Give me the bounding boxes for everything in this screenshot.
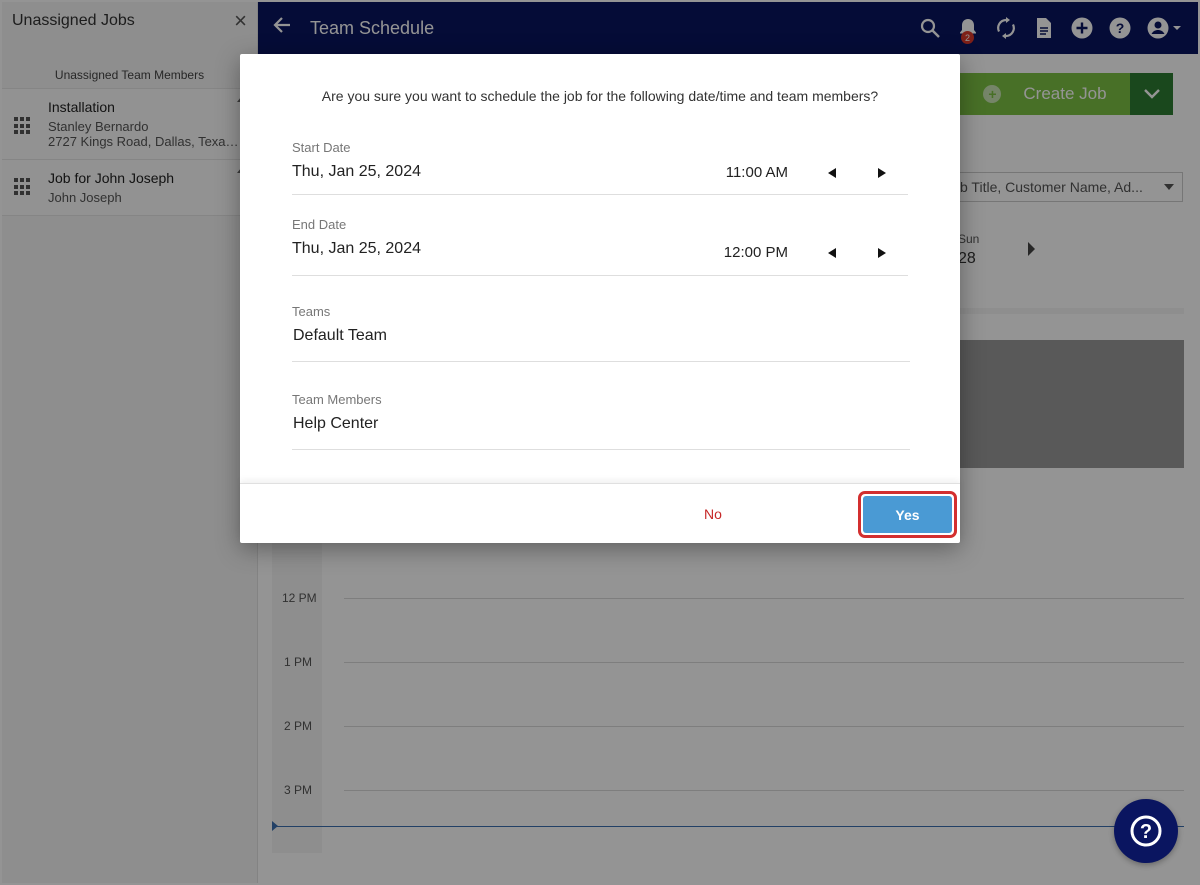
- start-time-decrease-icon[interactable]: [828, 168, 836, 178]
- dialog-message: Are you sure you want to schedule the jo…: [321, 88, 879, 104]
- team-members-field: Team Members Help Center: [292, 392, 910, 450]
- start-time-value[interactable]: 11:00 AM: [726, 164, 788, 181]
- no-button[interactable]: No: [688, 500, 738, 528]
- yes-button-highlight: Yes: [858, 491, 957, 538]
- end-time-decrease-icon[interactable]: [828, 248, 836, 258]
- start-date-label: Start Date: [292, 140, 351, 155]
- start-date-field: Start Date Thu, Jan 25, 2024 11:00 AM: [292, 140, 908, 195]
- end-time-increase-icon[interactable]: [878, 248, 886, 258]
- svg-text:?: ?: [1140, 821, 1152, 843]
- end-date-field: End Date Thu, Jan 25, 2024 12:00 PM: [292, 217, 908, 276]
- help-icon: ?: [1130, 815, 1162, 847]
- team-members-value[interactable]: Help Center: [293, 415, 910, 433]
- schedule-confirm-dialog: Are you sure you want to schedule the jo…: [240, 54, 960, 543]
- help-center-fab[interactable]: ?: [1114, 799, 1178, 863]
- start-date-value[interactable]: Thu, Jan 25, 2024: [292, 163, 908, 181]
- team-members-label: Team Members: [292, 392, 382, 407]
- teams-label: Teams: [292, 304, 331, 319]
- end-date-label: End Date: [292, 217, 347, 232]
- teams-value[interactable]: Default Team: [293, 327, 910, 345]
- end-time-value[interactable]: 12:00 PM: [724, 244, 788, 261]
- dialog-footer: No Yes: [240, 483, 960, 543]
- teams-field: Teams Default Team: [292, 304, 910, 362]
- start-time-increase-icon[interactable]: [878, 168, 886, 178]
- end-date-value[interactable]: Thu, Jan 25, 2024: [292, 240, 908, 258]
- yes-button[interactable]: Yes: [863, 496, 952, 533]
